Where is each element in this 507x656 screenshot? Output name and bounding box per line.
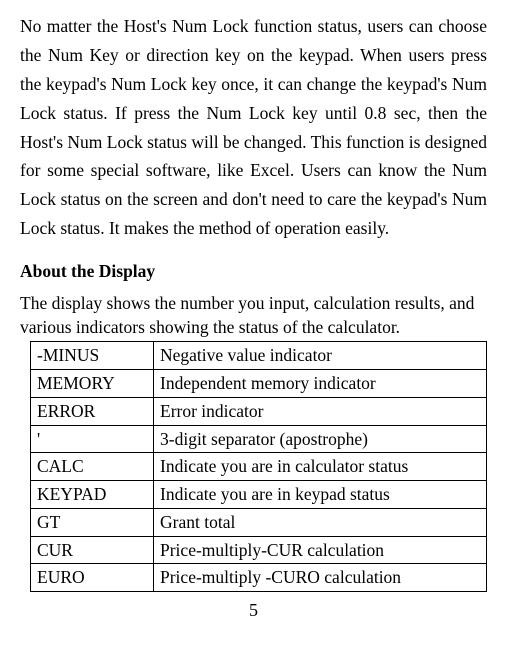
indicator-desc: Negative value indicator <box>154 342 487 370</box>
table-row: EURO Price-multiply -CURO calculation <box>31 564 487 592</box>
indicator-key: MEMORY <box>31 370 154 398</box>
table-row: CUR Price-multiply-CUR calculation <box>31 536 487 564</box>
display-indicator-table: -MINUS Negative value indicator MEMORY I… <box>30 341 487 592</box>
display-intro: The display shows the number you input, … <box>20 292 487 339</box>
indicator-key: EURO <box>31 564 154 592</box>
body-paragraph: No matter the Host's Num Lock function s… <box>20 12 487 243</box>
indicator-desc: Indicate you are in keypad status <box>154 481 487 509</box>
document-page: No matter the Host's Num Lock function s… <box>0 0 507 621</box>
indicator-key: KEYPAD <box>31 481 154 509</box>
indicator-desc: 3-digit separator (apostrophe) <box>154 425 487 453</box>
table-row: ' 3-digit separator (apostrophe) <box>31 425 487 453</box>
indicator-desc: Indicate you are in calculator status <box>154 453 487 481</box>
indicator-desc: Grant total <box>154 508 487 536</box>
table-row: MEMORY Independent memory indicator <box>31 370 487 398</box>
indicator-desc: Price-multiply -CURO calculation <box>154 564 487 592</box>
table-row: KEYPAD Indicate you are in keypad status <box>31 481 487 509</box>
indicator-key: GT <box>31 508 154 536</box>
indicator-key: -MINUS <box>31 342 154 370</box>
table-row: ERROR Error indicator <box>31 397 487 425</box>
indicator-key: CUR <box>31 536 154 564</box>
table-row: CALC Indicate you are in calculator stat… <box>31 453 487 481</box>
indicator-key: CALC <box>31 453 154 481</box>
indicator-desc: Error indicator <box>154 397 487 425</box>
section-heading: About the Display <box>20 261 487 282</box>
indicator-key: ' <box>31 425 154 453</box>
indicator-key: ERROR <box>31 397 154 425</box>
indicator-desc: Independent memory indicator <box>154 370 487 398</box>
indicator-desc: Price-multiply-CUR calculation <box>154 536 487 564</box>
table-row: -MINUS Negative value indicator <box>31 342 487 370</box>
page-number: 5 <box>20 600 487 621</box>
table-row: GT Grant total <box>31 508 487 536</box>
